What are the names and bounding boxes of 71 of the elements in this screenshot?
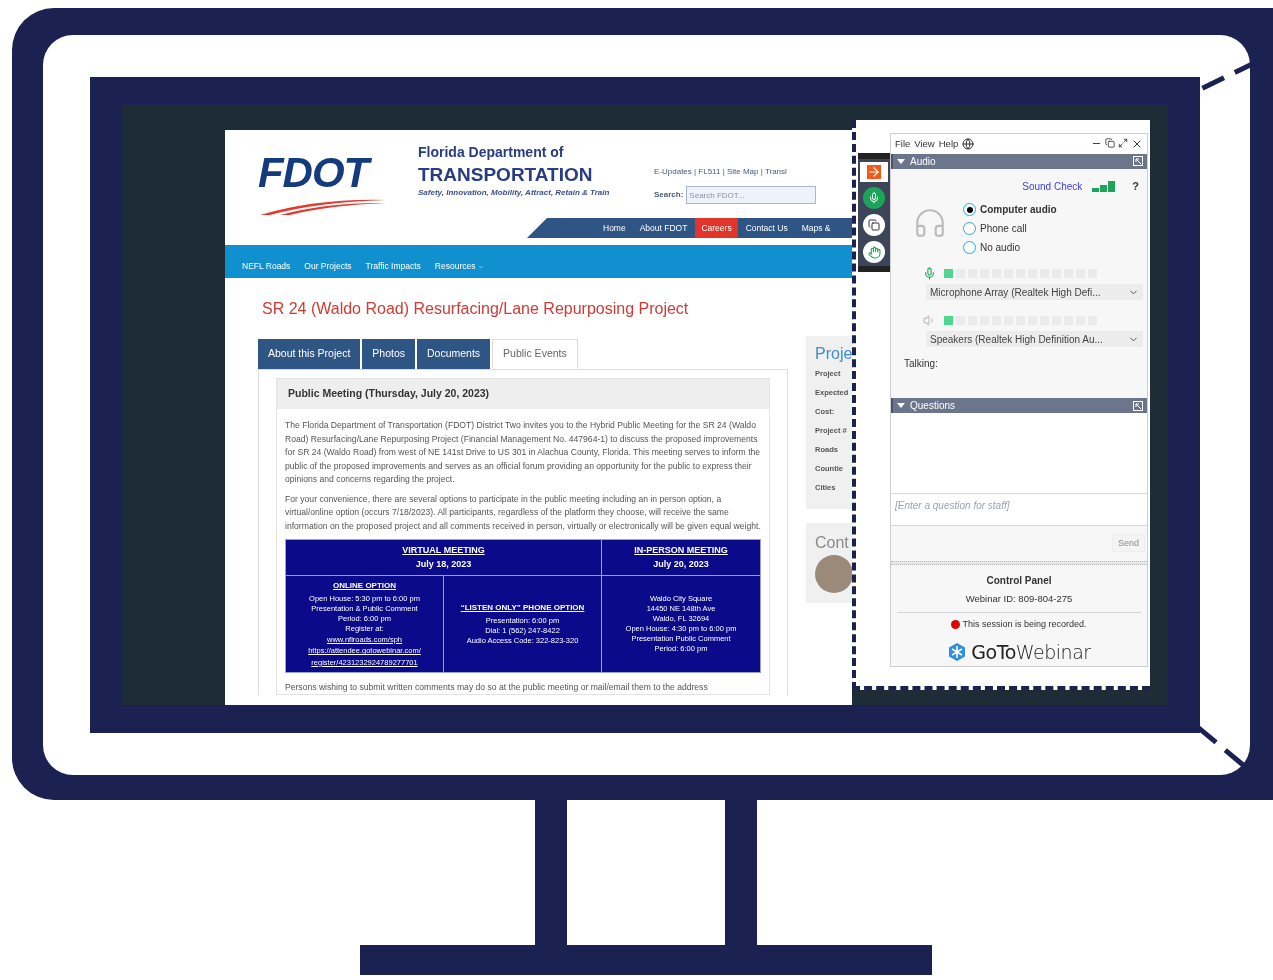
sidebar-title: Cont [815, 533, 850, 553]
section-title: Questions [910, 399, 956, 414]
webinar-id: Webinar ID: 809-804-275 [965, 591, 1073, 606]
nav-link[interactable]: Resources [434, 260, 484, 273]
raise-hand-button[interactable] [863, 241, 885, 263]
tab[interactable]: Documents [417, 339, 491, 369]
nav-link[interactable]: Contact Us [739, 218, 794, 238]
tab[interactable]: About this Project [258, 339, 361, 369]
microphone-icon [868, 192, 880, 204]
menu-item[interactable]: File [895, 136, 911, 151]
popout-icon[interactable] [1118, 137, 1128, 148]
agency-name: Florida Department of [418, 143, 565, 162]
caret-icon [477, 263, 484, 270]
nav-link[interactable]: Traffic Impacts [365, 260, 421, 273]
device-dropdown[interactable]: Speakers (Realtek High Definition Au... [926, 331, 1143, 348]
sidebar-title: Proje [815, 344, 852, 364]
collapse-triangle-icon [897, 403, 905, 409]
microphone-button[interactable] [863, 187, 885, 209]
paragraph: For your convenience, there are several options to participate in the public meeting including an in person option, a virtual/online option (occurs 7/18/2023). All participants, regardless of the platform they choose, will receive the same information on the proposed project and all comments received in person, virtually or electronically will be given equal weight. [285, 492, 761, 533]
windows-icon [868, 219, 880, 231]
tab[interactable]: Public Events [492, 339, 578, 369]
nav-link[interactable]: Careers [695, 218, 738, 238]
search-label: Search: [654, 189, 684, 201]
collapse-triangle-icon [897, 158, 905, 164]
question-input-field[interactable]: [Enter a question for staff] [891, 494, 1147, 527]
signal-bars-icon [1092, 180, 1117, 192]
section-title: Audio [910, 154, 936, 169]
nav-link[interactable]: NEFL Roads [242, 260, 291, 273]
popout-icon[interactable] [1133, 400, 1143, 411]
device-dropdown[interactable]: Microphone Array (Realtek High Defi... [926, 284, 1143, 301]
radio-option[interactable]: Computer audio [963, 202, 1057, 218]
tagline: Safety, Innovation, Mobility, Attract, Retain & Train [418, 187, 610, 199]
speaker-icon [923, 314, 936, 328]
meeting-title: IN-PERSON MEETING [633, 544, 729, 557]
nav-link[interactable]: Home [597, 218, 632, 238]
meeting-date: July 18, 2023 [414, 557, 473, 571]
option-heading: “LISTEN ONLY” PHONE OPTION [460, 601, 585, 614]
menu-item[interactable]: View [914, 136, 935, 151]
nav-link[interactable]: About FDOT [633, 218, 694, 238]
tab[interactable]: Photos [362, 339, 415, 369]
page-title: SR 24 (Waldo Road) Resurfacing/Lane Repurposing Project [262, 299, 690, 319]
utility-links[interactable]: E-Updates | FL511 | Site Map | Transl [654, 166, 787, 178]
section-header[interactable]: Questions [891, 398, 1147, 414]
snowflake-logo-icon [947, 641, 968, 662]
avatar-placeholder [815, 555, 852, 593]
globe-icon[interactable] [962, 137, 975, 150]
nav-link[interactable]: Our Projects [304, 260, 352, 273]
panel-title: Control Panel [986, 573, 1052, 588]
arrow-button[interactable] [860, 162, 888, 182]
screen-button[interactable] [863, 214, 885, 236]
menu-item[interactable]: Help [938, 136, 959, 151]
talking-label: Talking: [904, 357, 939, 372]
brand-logo-text: GoToWebinar [971, 639, 1091, 665]
sound-check-link[interactable]: Sound Check [1022, 178, 1083, 194]
radio-option[interactable]: No audio [963, 240, 1057, 256]
event-heading: Public Meeting (Thursday, July 20, 2023) [277, 379, 769, 409]
option-heading: ONLINE OPTION [332, 580, 397, 592]
nav-link[interactable]: Maps & [795, 218, 837, 238]
hand-icon [867, 245, 881, 259]
help-label[interactable]: ? [1132, 177, 1139, 195]
popout-icon[interactable] [1133, 156, 1143, 167]
paragraph: Persons wishing to submit written comments may do so at the public meeting or mail/email them to the address [285, 680, 709, 694]
paragraph: The Florida Department of Transportation (FDOT) District Two invites you to the Hybrid Public Meeting for the SR 24 (Waldo Road) Resurfacing/Lane Repurposing Project (Financial Management No. 447964-1) to discuss the proposed improvements for SR 24 (Waldo Road) from west of NE 141st Drive to US 301 in Alachua County, Florida. This meeting serves to inform the public of the proposed improvements and serves as an official forum providing an opportunity for the public to express their opinions and concerns regarding the project. [285, 419, 761, 486]
meeting-date: July 20, 2023 [652, 557, 710, 571]
restore-icon[interactable] [1105, 137, 1115, 148]
search-field[interactable]: Search FDOT... [686, 186, 817, 204]
agency-title: TRANSPORTATION [418, 163, 594, 187]
microphone-icon [923, 267, 936, 281]
radio-option[interactable]: Phone call [963, 221, 1057, 237]
meeting-title: VIRTUAL MEETING [401, 544, 486, 557]
recording-notice: This session is being recorded. [962, 618, 1087, 631]
